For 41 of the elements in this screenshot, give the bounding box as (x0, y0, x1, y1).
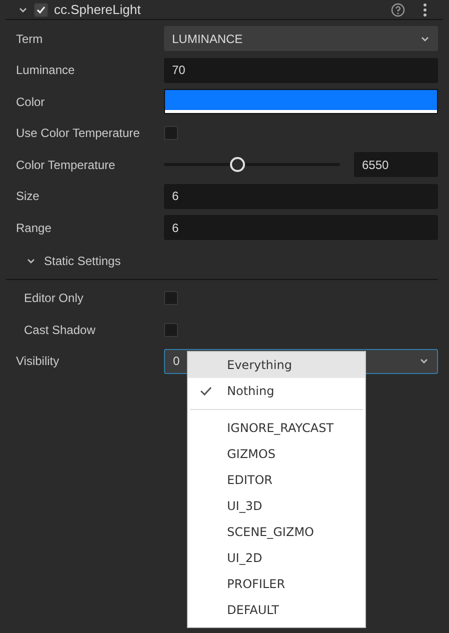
select-value: 0 (173, 353, 180, 370)
property-label: Luminance (15, 62, 76, 80)
menu-item[interactable]: EDITOR (188, 467, 365, 493)
check-icon (36, 4, 46, 14)
menu-item[interactable]: DEFAULT (188, 597, 365, 623)
number-field[interactable]: 70 (164, 58, 438, 83)
property-label: Term (15, 30, 44, 48)
menu-item[interactable]: UI_3D (188, 493, 365, 519)
checkbox[interactable] (34, 2, 48, 16)
slider[interactable] (164, 157, 340, 172)
check-icon (200, 386, 212, 396)
property-label: Color Temperature (15, 156, 116, 174)
property-label: Color (15, 94, 46, 111)
checkbox[interactable] (164, 126, 178, 140)
section-title[interactable]: Static Settings (44, 252, 121, 270)
component-title: cc.SphereLight (54, 0, 142, 19)
property-label: Use Color Temperature (15, 125, 141, 142)
number-field[interactable]: 6550 (354, 152, 438, 178)
chevron-icon[interactable] (26, 256, 36, 266)
property-label: Cast Shadow (23, 322, 96, 339)
more-icon[interactable] (423, 2, 427, 16)
menu-item[interactable]: PROFILER (188, 571, 365, 597)
property-label: Editor Only (23, 290, 84, 308)
color-swatch[interactable] (164, 89, 438, 114)
property-label: Size (15, 188, 40, 206)
number-field[interactable]: 6 (164, 184, 438, 209)
select-field[interactable]: LUMINANCE (164, 26, 438, 52)
help-icon[interactable] (391, 2, 405, 16)
number-field[interactable]: 6 (164, 215, 438, 240)
slider-thumb[interactable] (230, 157, 245, 172)
menu-item[interactable]: UI_2D (188, 545, 365, 571)
menu-item[interactable]: Nothing (188, 378, 365, 404)
checkbox[interactable] (164, 322, 178, 337)
select-value: LUMINANCE (172, 30, 243, 48)
menu-item[interactable]: IGNORE_RAYCAST (188, 415, 365, 441)
menu-item[interactable]: Everything (188, 352, 365, 378)
checkbox[interactable] (164, 291, 178, 306)
property-label: Visibility (15, 353, 60, 370)
property-label: Range (15, 220, 52, 237)
menu-item[interactable]: GIZMOS (188, 441, 365, 467)
menu-item[interactable]: SCENE_GIZMO (188, 519, 365, 545)
